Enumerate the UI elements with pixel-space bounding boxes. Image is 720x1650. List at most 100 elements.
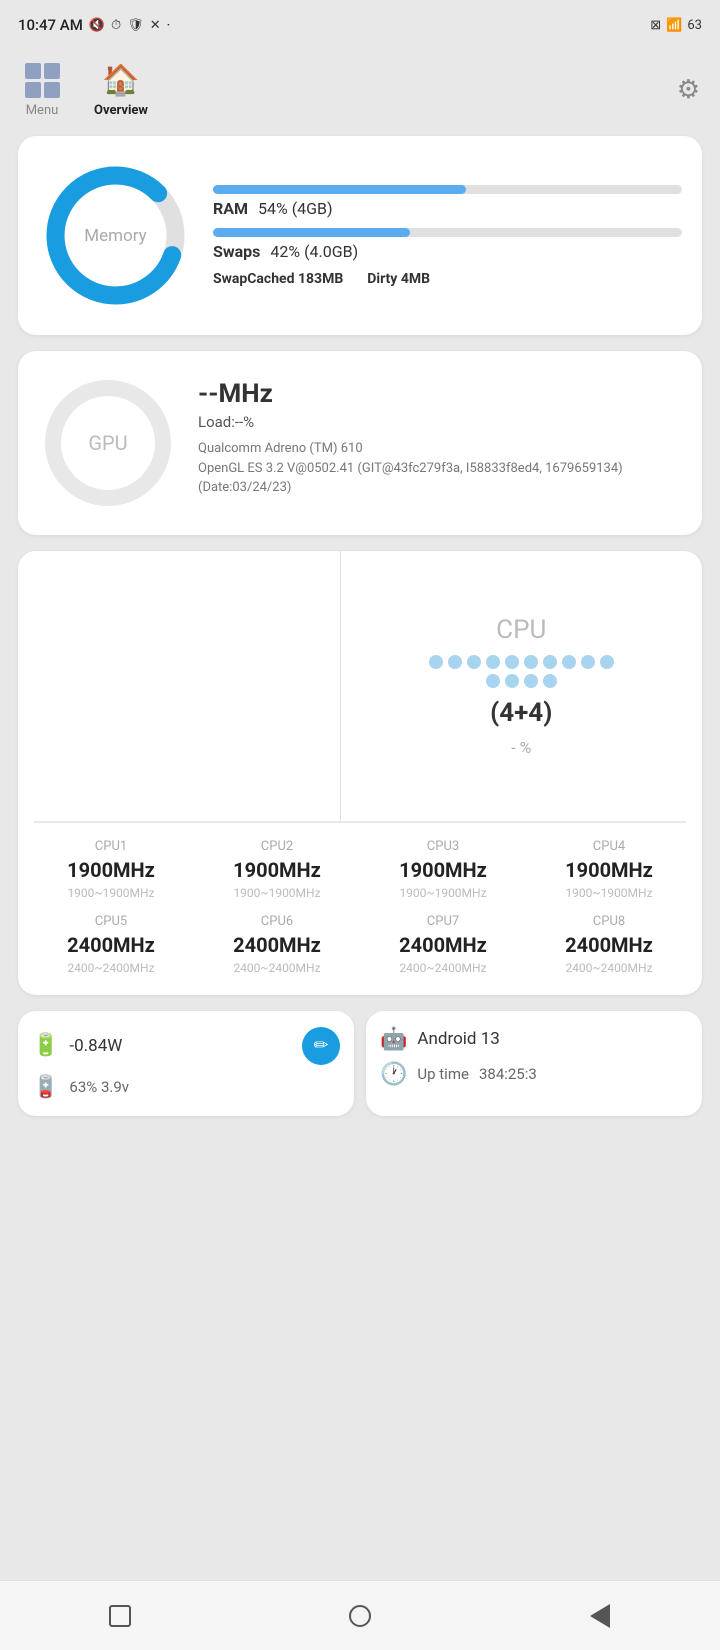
swapcached-stat: SwapCached 183MB xyxy=(213,271,343,287)
cpu-dot xyxy=(581,655,595,669)
cpu-dot xyxy=(467,655,481,669)
top-nav: Menu 🏠 Overview ⚙ xyxy=(0,50,720,130)
cpu-cell: CPU6 2400MHz 2400~2400MHz xyxy=(194,914,360,975)
cpu-grid: CPU1 1900MHz 1900~1900MHz CPU2 1900MHz 1… xyxy=(18,823,702,995)
cpu-dot xyxy=(600,655,614,669)
ram-value: 54% (4GB) xyxy=(258,199,333,218)
cpu-cell: CPU8 2400MHz 2400~2400MHz xyxy=(526,914,692,975)
cpu-cell-name: CPU7 xyxy=(427,914,459,929)
cpu-cell-range: 2400~2400MHz xyxy=(233,961,320,975)
x-icon: ✕ xyxy=(150,18,161,33)
cpu-cell: CPU3 1900MHz 1900~1900MHz xyxy=(360,839,526,900)
nav-overview[interactable]: 🏠 Overview xyxy=(94,63,148,118)
cpu-dot xyxy=(486,674,500,688)
overview-label: Overview xyxy=(94,103,148,118)
ram-progress-bg xyxy=(213,185,682,194)
cpu-title: CPU xyxy=(496,615,546,645)
home-button[interactable] xyxy=(335,1591,385,1641)
battery-watt: -0.84W xyxy=(69,1036,122,1056)
cpu-cell-name: CPU2 xyxy=(261,839,293,854)
cpu-cell-mhz: 1900MHz xyxy=(399,858,487,882)
menu-icon-container xyxy=(20,63,64,99)
swaps-stat-row: Swaps 42% (4.0GB) xyxy=(213,228,682,261)
cpu-dot xyxy=(505,655,519,669)
battery-icon: 63 xyxy=(687,18,702,33)
cpu-cell-name: CPU1 xyxy=(95,839,127,854)
wifi-icon: 📶 xyxy=(666,18,682,33)
clock-icon: ⏱ xyxy=(111,18,121,33)
cpu-cell-mhz: 2400MHz xyxy=(233,933,321,957)
cpu-cell: CPU5 2400MHz 2400~2400MHz xyxy=(28,914,194,975)
memory-card: Memory RAM 54% (4GB) xyxy=(18,136,702,335)
cpu-dot xyxy=(543,674,557,688)
cpu-cell-mhz: 1900MHz xyxy=(67,858,155,882)
triangle-back-icon xyxy=(590,1604,610,1628)
uptime-value: 384:25:3 xyxy=(479,1065,537,1083)
system-card: 🤖 Android 13 🕐 Up time 384:25:3 xyxy=(366,1011,702,1116)
cpu-dot xyxy=(505,674,519,688)
swaps-label: Swaps xyxy=(213,242,260,261)
memory-donut-label: Memory xyxy=(84,226,146,246)
cpu-cell-range: 2400~2400MHz xyxy=(565,961,652,975)
content-area: Memory RAM 54% (4GB) xyxy=(0,130,720,1222)
status-bar: 10:47 AM 🔇 ⏱ 🛡 ✕ · ⊠ 📶 63 xyxy=(0,0,720,50)
cpu-dot xyxy=(543,655,557,669)
house-icon: 🏠 xyxy=(102,63,139,98)
shield-icon: 🛡 xyxy=(127,18,144,33)
cpu-cell-range: 2400~2400MHz xyxy=(67,961,154,975)
cpu-cell-mhz: 1900MHz xyxy=(233,858,321,882)
uptime-label: Up time xyxy=(417,1065,469,1083)
status-right-icons: ⊠ 📶 63 xyxy=(650,18,702,33)
cpu-dot xyxy=(486,655,500,669)
cpu-cell-name: CPU4 xyxy=(593,839,625,854)
nav-items: Menu 🏠 Overview xyxy=(20,63,148,118)
edit-fab[interactable]: ✏ xyxy=(302,1027,340,1065)
cpu-cell-range: 1900~1900MHz xyxy=(565,886,652,900)
mute-icon: 🔇 xyxy=(89,18,105,33)
battery-level-icon: 🪫 xyxy=(32,1075,59,1100)
swaps-value: 42% (4.0GB) xyxy=(270,242,358,261)
battery-power-icon: 🔋 xyxy=(32,1033,59,1058)
gpu-circle: GPU xyxy=(38,373,178,513)
cpu-cell-name: CPU8 xyxy=(593,914,625,929)
bottom-cards-row: 🔋 -0.84W ✏ 🪫 63% 3.9v 🤖 Android 13 🕐 Up … xyxy=(18,1011,702,1116)
uptime-row: 🕐 Up time 384:25:3 xyxy=(380,1062,688,1087)
battery-sub-row: 🪫 63% 3.9v xyxy=(32,1075,340,1100)
cpu-right-info: CPU (4+4) - % xyxy=(341,551,703,821)
cpu-cell-range: 2400~2400MHz xyxy=(399,961,486,975)
cpu-cell-range: 1900~1900MHz xyxy=(233,886,320,900)
cpu-pct: - % xyxy=(511,738,531,757)
cpu-cell-range: 1900~1900MHz xyxy=(399,886,486,900)
battery-pct-volt: 63% 3.9v xyxy=(69,1078,129,1096)
gpu-card: GPU --MHz Load:--% Qualcomm Adreno (TM) … xyxy=(18,351,702,535)
memory-donut: Memory xyxy=(38,158,193,313)
recents-button[interactable] xyxy=(95,1591,145,1641)
ram-progress-fill xyxy=(213,185,466,194)
cpu-cell-mhz: 2400MHz xyxy=(67,933,155,957)
settings-icon[interactable]: ⚙ xyxy=(677,75,700,105)
gpu-circle-label: GPU xyxy=(88,431,127,455)
cpu-dot xyxy=(448,655,462,669)
gpu-info: --MHz Load:--% Qualcomm Adreno (TM) 610O… xyxy=(198,373,682,498)
dot-icon: · xyxy=(167,18,171,33)
square-icon xyxy=(109,1605,131,1627)
pencil-icon: ✏ xyxy=(313,1035,328,1056)
overview-icon-container: 🏠 xyxy=(99,63,143,99)
ram-label: RAM xyxy=(213,199,248,218)
nav-menu[interactable]: Menu xyxy=(20,63,64,118)
battery-top-row: 🔋 -0.84W ✏ xyxy=(32,1027,340,1065)
cpu-cell: CPU7 2400MHz 2400~2400MHz xyxy=(360,914,526,975)
time: 10:47 AM xyxy=(18,16,83,34)
gpu-mhz: --MHz xyxy=(198,379,682,409)
dirty-stat: Dirty 4MB xyxy=(367,271,430,287)
cpu-cell-name: CPU6 xyxy=(261,914,293,929)
android-row: 🤖 Android 13 xyxy=(380,1027,688,1052)
bottom-nav xyxy=(0,1580,720,1650)
menu-grid-icon xyxy=(25,63,60,98)
clock-uptime-icon: 🕐 xyxy=(380,1062,407,1087)
cpu-graph-area xyxy=(18,551,341,821)
android-icon: 🤖 xyxy=(380,1027,407,1052)
cpu-top-area: CPU (4+4) - % xyxy=(18,551,702,821)
memory-stats: RAM 54% (4GB) Swaps 42% (4.0GB) xyxy=(213,185,682,287)
back-button[interactable] xyxy=(575,1591,625,1641)
